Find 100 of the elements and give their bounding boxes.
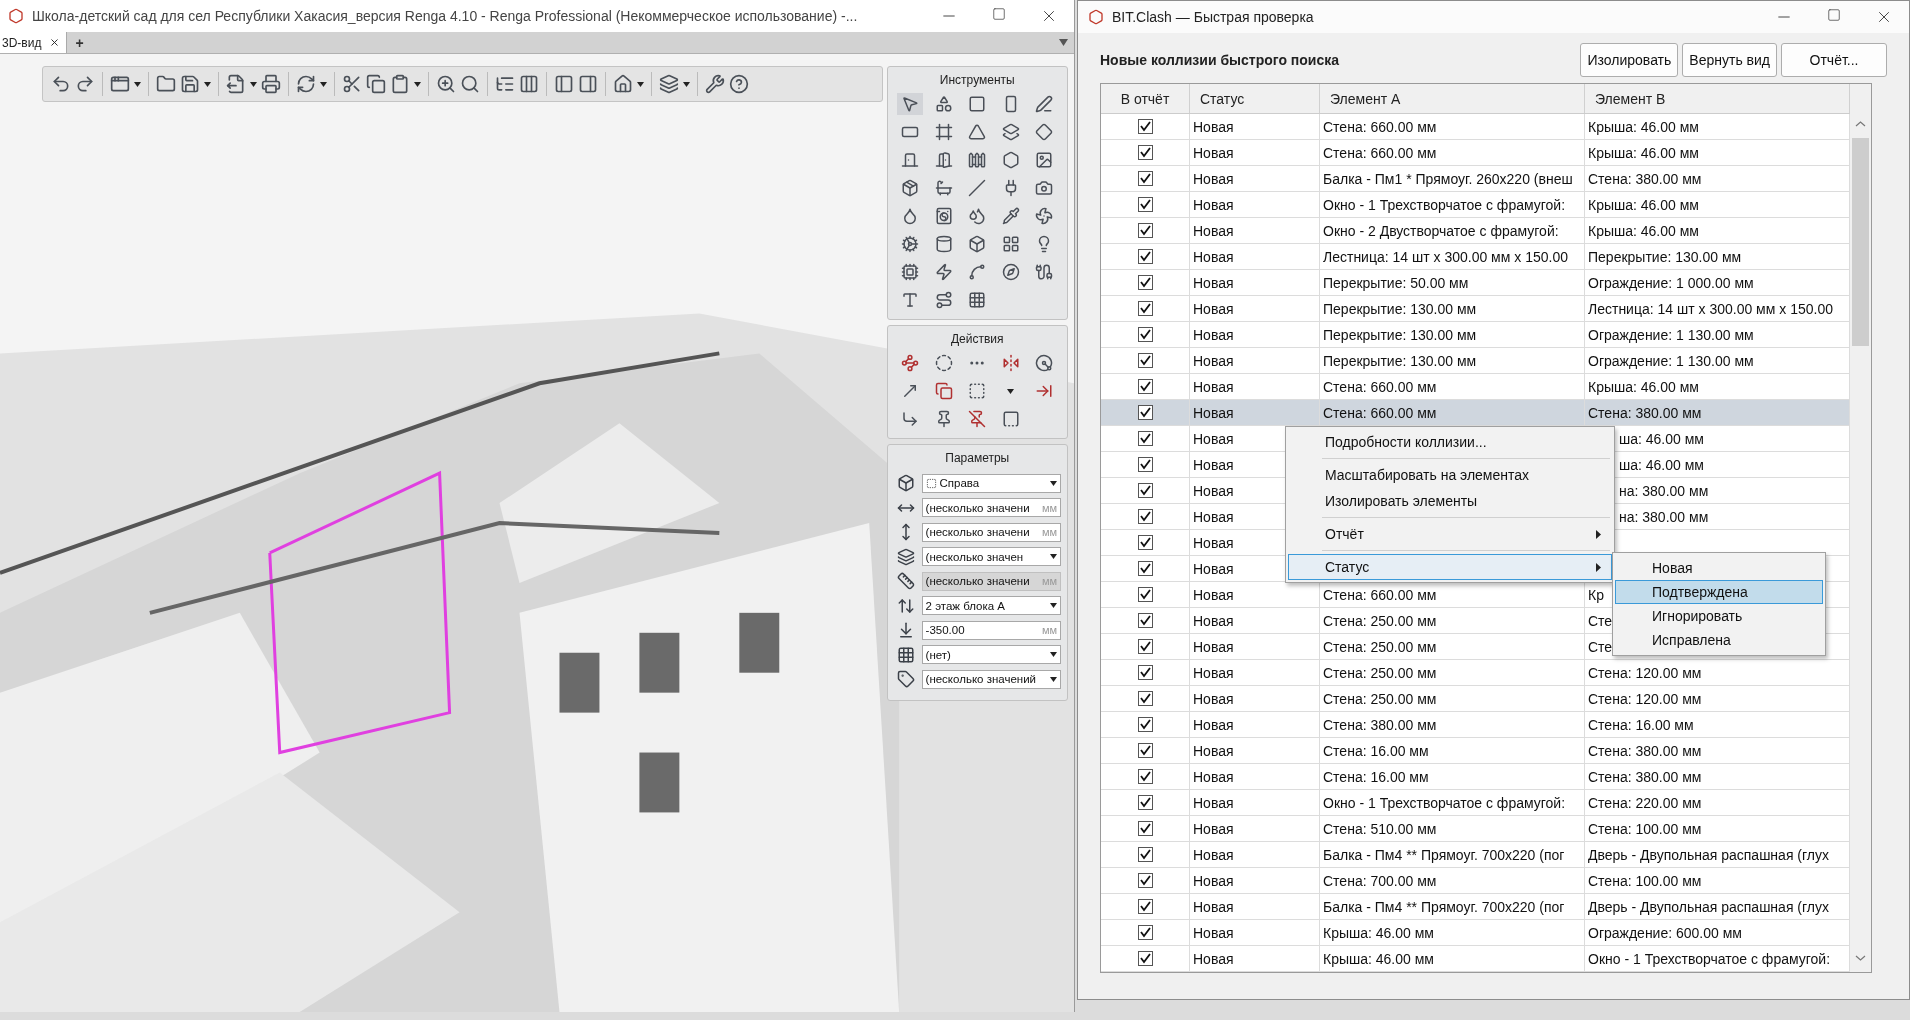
checkbox[interactable] xyxy=(1137,717,1153,732)
bath-icon[interactable] xyxy=(934,179,953,197)
image-icon[interactable] xyxy=(1035,151,1054,169)
table-row[interactable]: Новая Стена: 16.00 мм Стена: 380.00 мм xyxy=(1101,738,1850,764)
table-row[interactable]: Новая Стена: 660.00 мм Стена: 380.00 мм xyxy=(1101,400,1850,426)
checkbox[interactable] xyxy=(1137,431,1153,446)
help-icon[interactable] xyxy=(729,74,749,94)
dashed-square-icon[interactable] xyxy=(968,382,987,400)
toolbar-button[interactable]: Отчёт... xyxy=(1781,43,1887,77)
checkbox[interactable] xyxy=(1137,145,1153,160)
table-row[interactable]: Новая Стена: 510.00 мм Стена: 100.00 мм xyxy=(1101,816,1850,842)
pin-off-icon[interactable] xyxy=(968,410,987,428)
text-icon[interactable] xyxy=(901,291,920,309)
washing-machine-icon[interactable] xyxy=(934,207,953,225)
table-row[interactable]: Новая Стена: 250.00 мм Стена: 120.00 мм xyxy=(1101,686,1850,712)
checkbox[interactable] xyxy=(1137,613,1153,628)
undo-icon[interactable] xyxy=(51,74,71,94)
save-icon[interactable] xyxy=(180,74,200,94)
cut-icon[interactable] xyxy=(342,74,362,94)
door-icon[interactable] xyxy=(901,151,920,169)
redo-icon[interactable] xyxy=(75,74,95,94)
checkbox[interactable] xyxy=(1137,119,1153,134)
table-row[interactable]: Новая Балка - Пм1 * Прямоуг. 260x220 (внеш Стена: 380.00 мм xyxy=(1101,166,1850,192)
fence-icon[interactable] xyxy=(968,151,987,169)
table-row[interactable]: Новая Лестница: 14 шт x 300.00 мм x 150.00 Перекрытие: 130.00 мм xyxy=(1101,244,1850,270)
chip-icon[interactable] xyxy=(901,263,920,281)
checkbox[interactable] xyxy=(1137,899,1153,914)
mirror-icon[interactable] xyxy=(1001,354,1020,372)
table-row[interactable]: Новая Перекрытие: 130.00 мм Ограждение: 1 130.00 мм xyxy=(1101,322,1850,348)
triangle-icon[interactable] xyxy=(968,123,987,141)
checkbox[interactable] xyxy=(1137,405,1153,420)
dashed-circle-icon[interactable] xyxy=(934,354,953,372)
checkbox[interactable] xyxy=(1137,249,1153,264)
checkbox[interactable] xyxy=(1137,691,1153,706)
compass-icon[interactable] xyxy=(1001,263,1020,281)
pen-icon[interactable] xyxy=(1035,95,1054,113)
table-row[interactable]: Новая Балка - Пм4 ** Прямоуг. 700x220 (пог Дверь - Двупольная распашная (глух xyxy=(1101,842,1850,868)
layers-icon[interactable] xyxy=(1001,123,1020,141)
input-field[interactable]: (несколько значени мм xyxy=(921,498,1061,518)
dropdown[interactable]: 2 этаж блока А xyxy=(921,596,1061,616)
checkbox[interactable] xyxy=(1137,769,1153,784)
checkbox[interactable] xyxy=(1137,639,1153,654)
table-row[interactable]: Новая Стена: 660.00 мм Крыша: 46.00 мм xyxy=(1101,114,1850,140)
table-row[interactable]: Новая Перекрытие: 130.00 мм Лестница: 14 шт x 300.00 мм x 150.00 xyxy=(1101,296,1850,322)
checkbox[interactable] xyxy=(1137,665,1153,680)
column-header[interactable]: В отчёт xyxy=(1101,84,1190,113)
new-tab-button[interactable]: + xyxy=(67,32,92,53)
checkbox[interactable] xyxy=(1137,483,1153,498)
refresh-icon[interactable] xyxy=(296,74,316,94)
table-row[interactable]: Новая Стена: 16.00 мм Стена: 380.00 мм xyxy=(1101,764,1850,790)
close-icon[interactable] xyxy=(49,37,61,48)
shapes-icon[interactable] xyxy=(934,95,953,113)
cylinder-icon[interactable] xyxy=(934,235,953,253)
table-row[interactable]: Новая Балка - Пм4 ** Прямоуг. 700x220 (пог Дверь - Двупольная распашная (глух xyxy=(1101,894,1850,920)
checkbox[interactable] xyxy=(1137,197,1153,212)
table-row[interactable]: Новая Стена: 660.00 мм Крыша: 46.00 мм xyxy=(1101,374,1850,400)
dropdown[interactable]: (несколько значен xyxy=(921,547,1061,567)
input-field[interactable]: -350.00 мм xyxy=(921,620,1061,640)
checkbox[interactable] xyxy=(1137,327,1153,342)
checkbox[interactable] xyxy=(1137,587,1153,602)
search-icon[interactable] xyxy=(460,74,480,94)
table-row[interactable]: Новая Стена: 380.00 мм Стена: 16.00 мм xyxy=(1101,712,1850,738)
checkbox[interactable] xyxy=(1137,561,1153,576)
wrench-icon[interactable] xyxy=(705,74,725,94)
toolbar-button[interactable]: Вернуть вид xyxy=(1682,43,1777,77)
table-row[interactable]: Новая Окно - 1 Трехстворчатое с фрамугой: Крыша: 46.00 мм xyxy=(1101,192,1850,218)
frame-icon[interactable] xyxy=(934,123,953,141)
table-row[interactable]: Новая Стена: 660.00 мм Крыша: 46.00 мм xyxy=(1101,140,1850,166)
checkbox[interactable] xyxy=(1137,743,1153,758)
column-header[interactable]: Статус xyxy=(1190,84,1320,113)
checkbox[interactable] xyxy=(1137,457,1153,472)
caret-icon[interactable] xyxy=(250,81,257,87)
caret-icon[interactable] xyxy=(1007,388,1015,394)
diamond-icon[interactable] xyxy=(1035,123,1054,141)
door-icon[interactable] xyxy=(934,151,953,169)
table-row[interactable]: Новая Стена: 250.00 мм Стена: 120.00 мм xyxy=(1101,660,1850,686)
table-row[interactable]: Новая Крыша: 46.00 мм Ограждение: 600.00 мм xyxy=(1101,920,1850,946)
pipette-icon[interactable] xyxy=(1001,207,1020,225)
square-icon[interactable] xyxy=(968,95,987,113)
copy-icon[interactable] xyxy=(366,74,386,94)
toolbar-button[interactable]: Изолировать xyxy=(1580,43,1679,77)
panel-icon[interactable] xyxy=(554,74,574,94)
checkbox[interactable] xyxy=(1137,353,1153,368)
pointer-icon[interactable] xyxy=(901,95,920,113)
line-icon[interactable] xyxy=(968,179,987,197)
checkbox[interactable] xyxy=(1137,301,1153,316)
fan-icon[interactable] xyxy=(1035,207,1054,225)
house-icon[interactable] xyxy=(613,74,633,94)
caret-icon[interactable] xyxy=(320,81,327,87)
table-row[interactable]: Новая Перекрытие: 50.00 мм Ограждение: 1 000.00 мм xyxy=(1101,270,1850,296)
table-row[interactable]: Новая Крыша: 46.00 мм Окно - 1 Трехстворчатое с фрамугой: xyxy=(1101,946,1850,972)
menu-item[interactable]: Новая xyxy=(1615,556,1823,580)
panel-icon[interactable] xyxy=(578,74,598,94)
table-row[interactable]: Новая Стена: 700.00 мм Стена: 100.00 мм xyxy=(1101,868,1850,894)
points-icon[interactable] xyxy=(901,354,920,372)
table-row[interactable]: Новая Перекрытие: 130.00 мм Ограждение: 1 130.00 мм xyxy=(1101,348,1850,374)
grid-icon[interactable] xyxy=(1001,235,1020,253)
route-icon[interactable] xyxy=(934,291,953,309)
dropdown[interactable]: (несколько значений xyxy=(921,669,1061,689)
gear-icon[interactable] xyxy=(901,235,920,253)
